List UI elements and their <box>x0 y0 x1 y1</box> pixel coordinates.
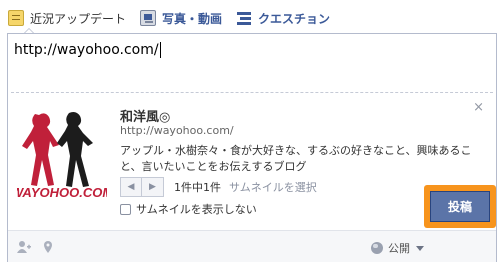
tab-status-update[interactable]: 近況アップデート <box>8 10 126 27</box>
no-thumbnail-checkbox[interactable] <box>120 203 131 215</box>
thumbnail-count: 1件中1件 <box>174 181 221 194</box>
text-cursor <box>159 42 161 58</box>
composer-tabs: 近況アップデート 写真・動画 クエスチョン <box>8 8 344 28</box>
post-button[interactable]: 投稿 <box>430 191 490 222</box>
no-thumbnail-option[interactable]: サムネイルを表示しない <box>120 201 257 217</box>
location-pin-icon[interactable] <box>41 239 55 253</box>
chevron-down-icon <box>416 245 424 251</box>
photo-icon <box>140 10 157 26</box>
status-text-input[interactable]: http://wayohoo.com/ <box>14 39 484 61</box>
privacy-label: 公開 <box>388 242 410 255</box>
thumbnail-pager: ◀ ▶ 1件中1件 サムネイルを選択 <box>120 177 317 197</box>
left-arrow-icon: ◀ <box>127 182 135 192</box>
no-thumbnail-label: サムネイルを表示しない <box>136 203 257 216</box>
tab-photo-video[interactable]: 写真・動画 <box>140 10 222 27</box>
tab-question[interactable]: クエスチョン <box>236 10 330 27</box>
close-preview-icon[interactable]: × <box>473 100 484 115</box>
link-description[interactable]: アップル・水樹奈々・食が大好きな、するぶの好きなこと、興味あること、言いたいこと… <box>120 143 480 175</box>
composer-box: http://wayohoo.com/ × WAYOHOO.COM 和洋風◎ h… <box>7 33 497 262</box>
next-thumbnail-button[interactable]: ▶ <box>142 177 164 197</box>
right-arrow-icon: ▶ <box>149 182 156 192</box>
post-button-highlight: 投稿 <box>424 185 496 228</box>
select-thumbnail-label: サムネイルを選択 <box>229 181 317 194</box>
composer-footer: 公開 <box>8 230 496 262</box>
privacy-selector[interactable]: 公開 <box>371 240 424 256</box>
globe-icon <box>371 242 383 254</box>
status-icon <box>8 10 24 26</box>
tag-people-icon[interactable] <box>17 239 31 253</box>
tab-question-label: クエスチョン <box>258 11 331 26</box>
link-thumbnail: WAYOHOO.COM <box>17 107 107 202</box>
preview-separator <box>11 92 493 93</box>
tab-photo-video-label: 写真・動画 <box>162 11 223 26</box>
svg-text:WAYOHOO.COM: WAYOHOO.COM <box>17 185 107 200</box>
wayohoo-logo: WAYOHOO.COM <box>17 112 107 200</box>
question-icon <box>236 10 252 26</box>
link-title[interactable]: 和洋風◎ <box>120 106 170 125</box>
tab-status-update-label: 近況アップデート <box>30 11 127 26</box>
link-url: http://wayohoo.com/ <box>120 124 234 137</box>
status-text-value: http://wayohoo.com/ <box>14 42 159 58</box>
prev-thumbnail-button[interactable]: ◀ <box>120 177 142 197</box>
